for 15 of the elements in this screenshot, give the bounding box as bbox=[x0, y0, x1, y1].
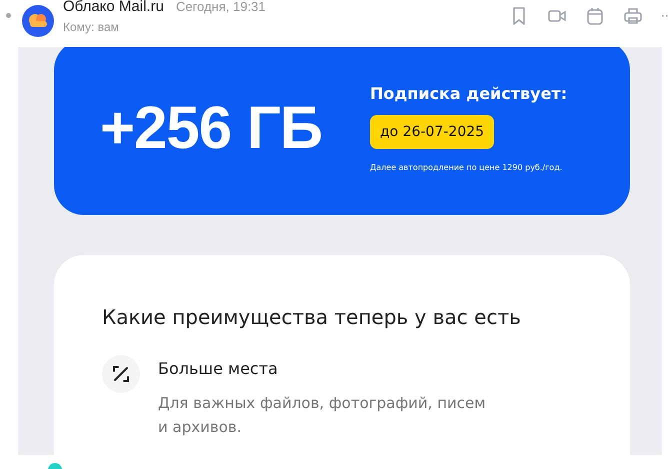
resize-icon bbox=[102, 355, 140, 393]
benefit-title: Больше места bbox=[158, 359, 279, 378]
storage-amount: +256 ГБ bbox=[100, 93, 323, 162]
benefits-heading: Какие преимущества теперь у вас есть bbox=[102, 305, 522, 329]
more-button[interactable]: ··· bbox=[661, 9, 669, 23]
print-icon[interactable] bbox=[623, 6, 643, 26]
benefit-description: Для важных файлов, фотографий, писем и архивов. bbox=[158, 393, 487, 438]
cloud-avatar-icon bbox=[22, 5, 54, 37]
expiry-badge: до 26-07-2025 bbox=[370, 114, 494, 148]
subscription-label: Подписка действует: bbox=[370, 84, 568, 102]
sender-name[interactable]: Облако Mail.ru bbox=[63, 0, 164, 15]
renewal-note: Далее автопродление по цене 1290 руб./год. bbox=[370, 162, 562, 172]
recipient-text: Кому: вам bbox=[63, 20, 120, 34]
calendar-icon[interactable] bbox=[585, 6, 605, 26]
message-date: Сегодня, 19:31 bbox=[176, 0, 266, 14]
